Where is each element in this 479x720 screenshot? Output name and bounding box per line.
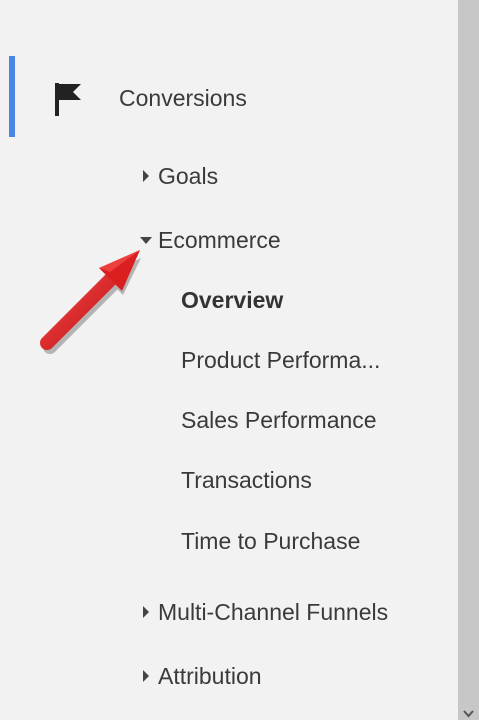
nav-group-label: Attribution <box>158 663 262 689</box>
nav-group-label: Ecommerce <box>158 227 281 253</box>
flag-icon <box>55 83 81 116</box>
section-label-conversions[interactable]: Conversions <box>119 84 247 112</box>
scroll-down-arrow-icon[interactable] <box>458 706 479 720</box>
caret-right-icon <box>143 170 149 182</box>
vertical-scrollbar[interactable] <box>458 0 479 720</box>
nav-item-product-performance[interactable]: Product Performa... <box>181 346 380 374</box>
nav-item-sales-performance[interactable]: Sales Performance <box>181 406 377 434</box>
caret-right-icon <box>143 670 149 682</box>
report-navigation: Conversions Goals Ecommerce Overview Pro… <box>0 0 458 720</box>
active-section-indicator <box>9 56 15 137</box>
red-annotation-arrow-icon <box>40 250 141 354</box>
nav-item-overview[interactable]: Overview <box>181 286 283 314</box>
nav-item-transactions[interactable]: Transactions <box>181 466 312 494</box>
caret-right-icon <box>143 606 149 618</box>
nav-group-label: Multi-Channel Funnels <box>158 599 389 625</box>
nav-item-time-to-purchase[interactable]: Time to Purchase <box>181 527 360 555</box>
nav-group-label: Goals <box>158 163 219 189</box>
